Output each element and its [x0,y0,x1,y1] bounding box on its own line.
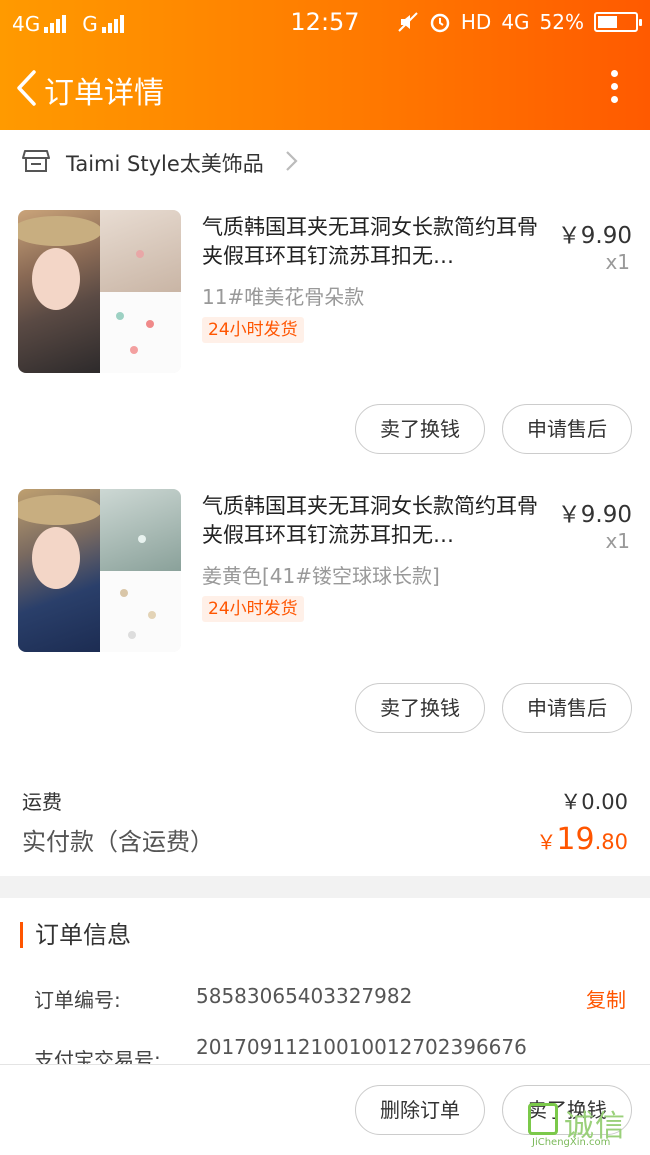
more-vertical-icon[interactable] [608,70,620,106]
mute-icon [398,12,418,32]
sell-button[interactable]: 卖了换钱 [355,404,485,454]
page-title: 订单详情 [44,76,164,111]
shipping-tag: 24小时发货 [202,596,304,622]
store-icon [22,150,50,172]
paid-decimal: .80 [594,830,628,854]
shipping-label: 运费 [22,790,62,814]
product-thumbnail[interactable] [18,489,181,652]
shop-name: Taimi Style太美饰品 [66,152,264,176]
app-header: 4G G 12:57 HD 4G 52% 订单详情 [0,0,650,130]
sell-button[interactable]: 卖了换钱 [355,683,485,733]
paid-label: 实付款（含运费） [22,828,214,856]
product-title[interactable]: 气质韩国耳夹无耳洞女长款简约耳骨夹假耳环耳钉流苏耳扣无… [202,492,538,550]
aftersale-button[interactable]: 申请售后 [502,683,632,733]
shipping-tag: 24小时发货 [202,317,304,343]
battery-icon [594,12,642,32]
paid-value: ￥19.80 [536,822,628,857]
status-bar: 4G G 12:57 HD 4G 52% [0,0,650,46]
battery-percent: 52% [539,10,584,34]
chevron-left-icon[interactable] [14,68,40,108]
product-thumbnail[interactable] [18,210,181,373]
watermark-logo: 诚信 JiChengXin.com [528,1099,646,1149]
paid-integer: 19 [556,822,595,857]
alarm-icon [430,13,450,33]
bottom-action-bar: 删除订单 卖了换钱 诚信 JiChengXin.com [0,1064,650,1155]
status-right: HD 4G 52% [397,10,642,34]
order-number-value: 58583065403327982 [196,984,413,1008]
watermark-url: JiChengXin.com [532,1137,611,1148]
paid-currency: ￥ [536,830,557,854]
order-info-title: 订单信息 [20,922,131,948]
product-qty: x1 [605,250,630,274]
shipping-value: ￥0.00 [560,790,628,814]
product-qty: x1 [605,529,630,553]
shipping-fee-row: 运费 ￥0.00 [22,786,628,816]
network-label: 4G [501,10,530,34]
product-price: ￥9.90 [557,502,632,528]
delete-order-button[interactable]: 删除订单 [355,1085,485,1135]
nav-bar: 订单详情 [0,56,650,122]
product-sku: 姜黄色[41#镂空球球长款] [202,564,440,588]
paid-amount-row: 实付款（含运费） ￥19.80 [22,822,628,862]
battery-fill [598,16,617,28]
aftersale-button[interactable]: 申请售后 [502,404,632,454]
hd-label: HD [460,10,492,34]
order-number-label: 订单编号: [34,988,121,1012]
product-sku: 11#唯美花骨朵款 [202,285,365,309]
section-divider [0,876,650,898]
shop-row[interactable]: Taimi Style太美饰品 [0,130,650,190]
product-title[interactable]: 气质韩国耳夹无耳洞女长款简约耳骨夹假耳环耳钉流苏耳扣无… [202,213,538,271]
copy-button[interactable]: 复制 [586,984,626,1013]
product-price: ￥9.90 [557,223,632,249]
chevron-right-icon [286,151,298,171]
